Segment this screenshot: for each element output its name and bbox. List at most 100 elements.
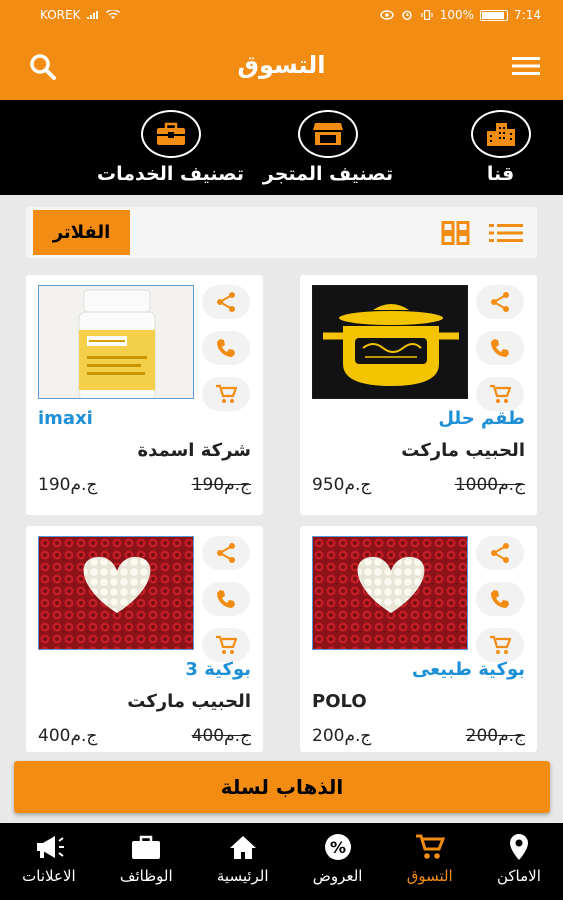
nav-label: التسوق [406,867,453,885]
call-button[interactable] [476,582,524,616]
nav-item-ads[interactable]: الاعلانات [22,823,76,900]
clock: 7:14 [514,8,541,22]
nav-label: الرئيسية [216,867,269,885]
filter-button[interactable]: الفلاتر [33,210,130,255]
product-image[interactable] [38,536,194,650]
store-name: شركة اسمدة [137,440,251,461]
store-icon [313,123,343,145]
product-image[interactable] [312,536,468,650]
product-name[interactable]: طقم حلل [312,408,525,429]
nav-label: الوظائف [119,867,173,885]
bottle-image [39,286,193,398]
location-pin-icon [509,834,528,860]
app-bar: التسوق [0,30,563,100]
share-button[interactable] [202,536,250,570]
current-price: 200ج.م [312,726,372,746]
add-to-cart-button[interactable] [202,628,250,662]
product-name[interactable]: بوكية 3 [38,659,251,680]
product-name[interactable]: بوكية طبيعى [312,659,525,680]
phone-icon [217,590,235,608]
product-card[interactable]: imaxi شركة اسمدة 190ج.م 190ج.م [26,275,263,515]
percent-icon: % [324,834,351,860]
category-label: تصنيف الخدمات [97,163,244,185]
card-actions [202,285,250,423]
status-left: KOREK [40,8,121,22]
cart-icon [415,834,445,859]
product-image[interactable] [38,285,194,399]
page-title: التسوق [237,51,326,79]
price-row: 950ج.م 1000ج.م [312,475,525,495]
current-price: 400ج.م [38,726,98,746]
store-name: الحبيب ماركت [127,691,251,712]
phone-icon [491,590,509,608]
product-card[interactable]: بوكية 3 الحبيب ماركت 400ج.م 400ج.م [26,526,263,752]
share-icon [491,543,509,563]
signal-icon [87,11,99,19]
category-store[interactable]: تصنيف المتجر [248,100,408,195]
card-actions [476,536,524,674]
current-price: 950ج.م [312,475,372,495]
phone-icon [491,339,509,357]
nav-item-jobs[interactable]: الوظائف [120,823,173,900]
nav-item-places[interactable]: الاماكن [497,823,541,900]
price-row: 400ج.م 400ج.م [38,726,251,746]
share-icon [491,292,509,312]
search-icon[interactable] [28,52,58,82]
nav-item-home[interactable]: الرئيسية [217,823,269,900]
category-icon-circle [298,110,358,158]
nav-label: العروض [312,867,363,885]
go-to-cart-button[interactable]: الذهاب لسلة [14,761,550,813]
roses-heart-image [39,537,193,649]
wifi-icon [106,10,121,19]
add-to-cart-button[interactable] [476,377,524,411]
status-right: 100% 7:14 [380,8,541,22]
add-to-cart-button[interactable] [476,628,524,662]
share-icon [217,292,235,312]
add-to-cart-button[interactable] [202,377,250,411]
product-card[interactable]: طقم حلل الحبيب ماركت 950ج.م 1000ج.م [300,275,537,515]
old-price: 1000ج.م [454,475,525,495]
nav-label: الاماكن [496,867,541,885]
briefcase-icon [156,122,185,145]
phone-icon [217,339,235,357]
category-label: قنا [486,163,515,185]
list-view-icon[interactable] [488,221,524,245]
call-button[interactable] [476,331,524,365]
store-name: POLO [312,691,367,712]
cart-icon [490,635,511,654]
carrier-label: KOREK [40,8,81,22]
grid-view-icon[interactable] [441,221,471,245]
nav-item-offers[interactable]: % العروض [312,823,363,900]
buildings-icon [486,123,515,146]
hamburger-menu-icon[interactable] [511,54,541,78]
category-qena[interactable]: قنا [438,100,563,195]
old-price: 400ج.م [191,726,251,746]
card-actions [476,285,524,423]
battery-percent: 100% [439,8,475,22]
price-row: 200ج.م 200ج.م [312,726,525,746]
share-button[interactable] [202,285,250,319]
eye-icon [380,10,394,20]
product-image[interactable] [312,285,468,399]
category-services[interactable]: تصنيف الخدمات [83,100,258,195]
card-actions [202,536,250,674]
call-button[interactable] [202,582,250,616]
call-button[interactable] [202,331,250,365]
pot-logo-image [313,286,467,398]
cart-icon [490,384,511,403]
store-name: الحبيب ماركت [401,440,525,461]
category-icon-circle [470,110,531,158]
share-icon [217,543,235,563]
home-icon [229,836,256,859]
nav-item-shopping[interactable]: التسوق [407,823,453,900]
category-strip: قنا تصنيف المتجر تصنيف الخدمات [0,100,563,195]
product-card[interactable]: بوكية طبيعى POLO 200ج.م 200ج.م [300,526,537,752]
old-price: 190ج.م [191,475,251,495]
old-price: 200ج.م [465,726,525,746]
share-button[interactable] [476,285,524,319]
category-label: تصنيف المتجر [262,163,394,185]
cart-icon [216,384,237,403]
product-name[interactable]: imaxi [38,408,251,429]
filter-bar: الفلاتر [26,207,537,258]
share-button[interactable] [476,536,524,570]
